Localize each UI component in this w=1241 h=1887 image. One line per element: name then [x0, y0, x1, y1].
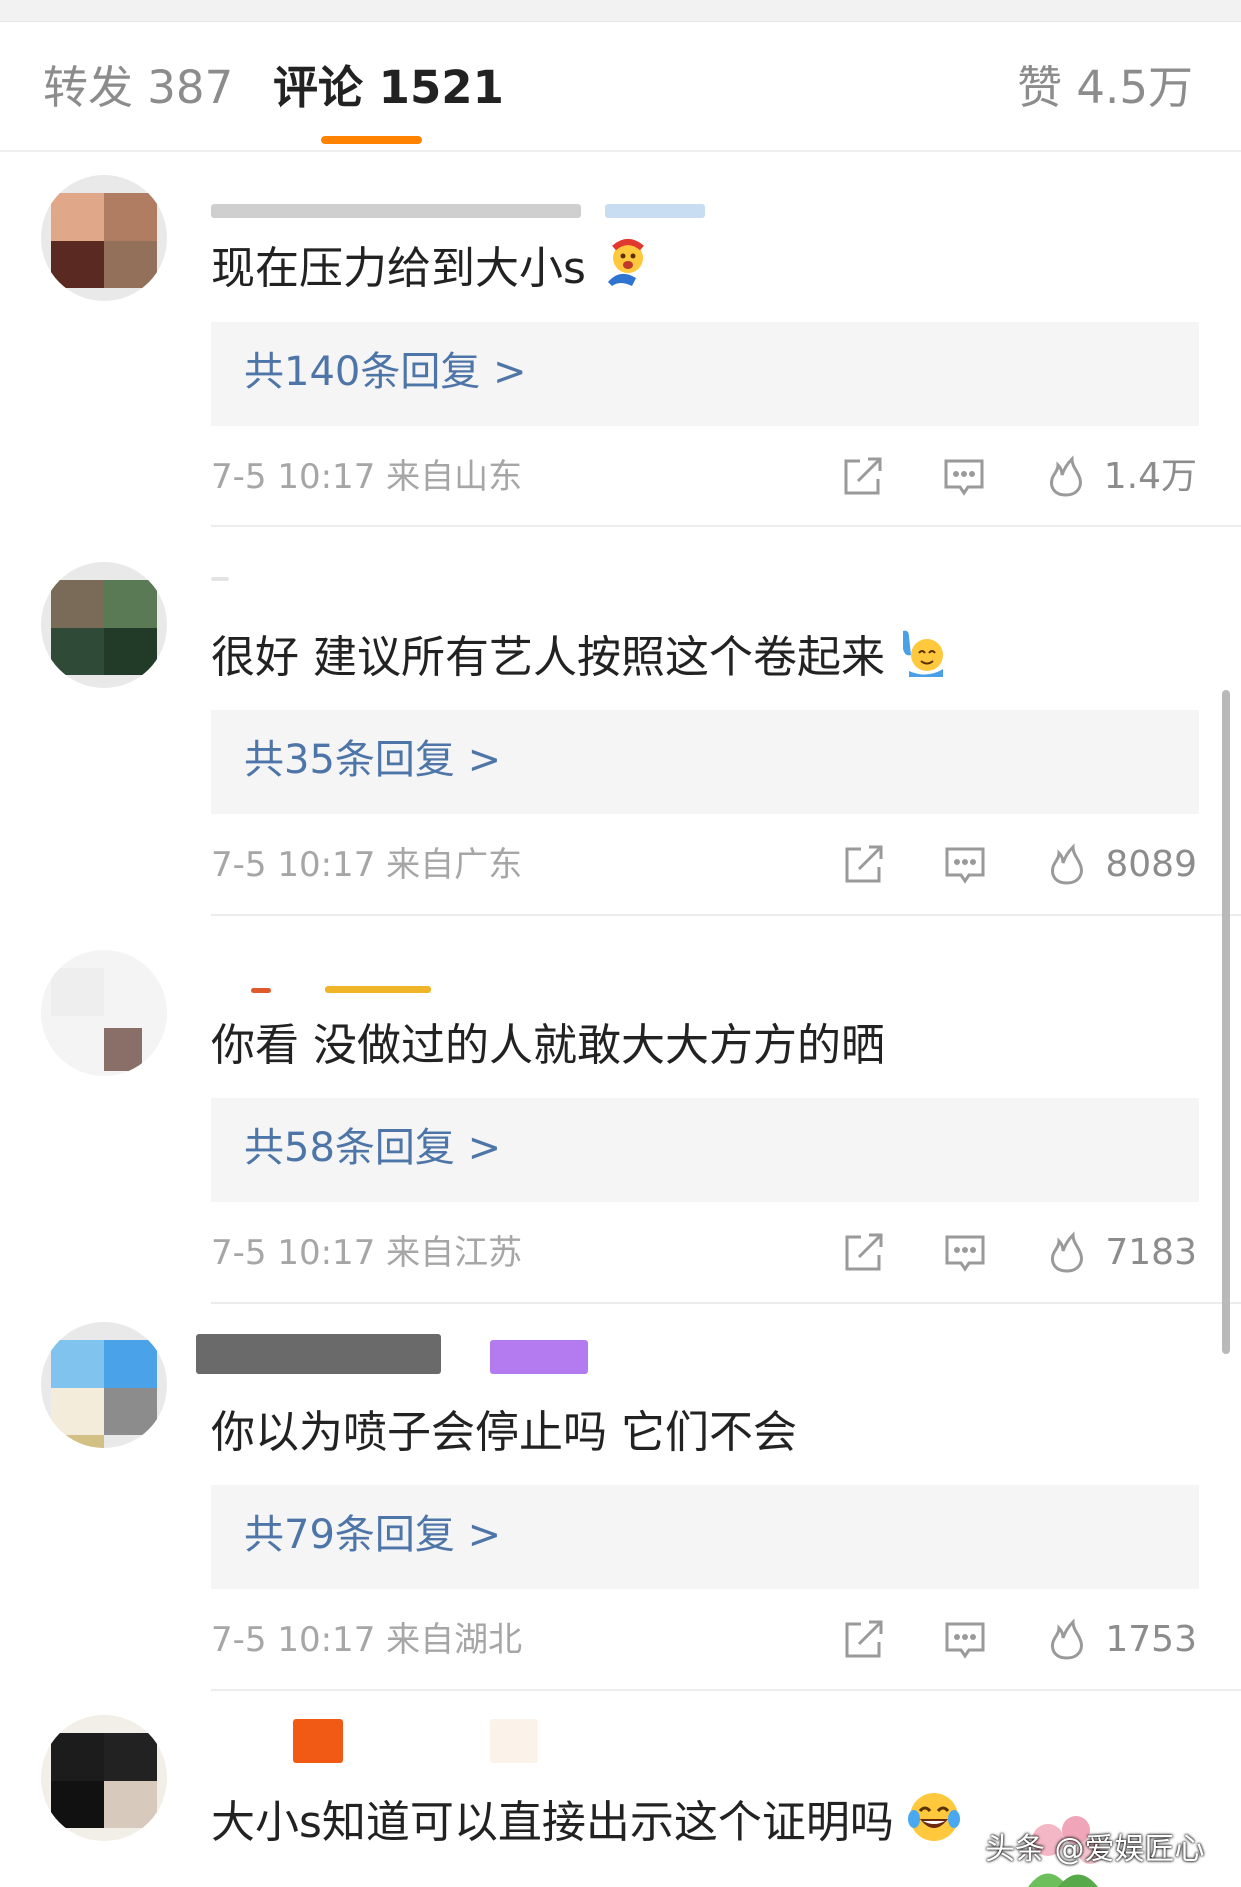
- tab-bar: 转发 387 评论 1521 赞 4.5万: [0, 22, 1241, 152]
- avatar[interactable]: [41, 950, 167, 1076]
- tab-likes[interactable]: 赞 4.5万: [1017, 60, 1193, 116]
- share-icon[interactable]: [837, 1614, 889, 1666]
- comment-text: 你看 没做过的人就敢大大方方的晒: [211, 1016, 885, 1076]
- replies-link[interactable]: 共35条回复 >: [244, 732, 501, 788]
- username-blurred[interactable]: [211, 204, 581, 218]
- like-flame-icon[interactable]: [1041, 1614, 1093, 1666]
- replies-box[interactable]: 共140条回复 >: [211, 322, 1199, 426]
- comment-icon[interactable]: [939, 1227, 991, 1279]
- excited-face-icon: [598, 238, 648, 304]
- replies-link[interactable]: 共140条回复 >: [244, 344, 527, 400]
- comment-item: 你以为喷子会停止吗 它们不会 共79条回复 > 7-5 10:17 来自湖北 1…: [0, 1304, 1241, 1691]
- comment-text: 现在压力给到大小s: [211, 238, 648, 304]
- replies-link[interactable]: 共58条回复 >: [244, 1120, 501, 1176]
- comment-item: 很好 建议所有艺人按照这个卷起来 共35条回复 > 7-5 10:17 来自广东: [0, 527, 1241, 916]
- replies-link[interactable]: 共79条回复 >: [244, 1507, 501, 1563]
- comment-item: 你看 没做过的人就敢大大方方的晒 共58条回复 > 7-5 10:17 来自江苏…: [0, 916, 1241, 1304]
- username-blurred[interactable]: [196, 1334, 441, 1374]
- avatar[interactable]: [41, 175, 167, 301]
- active-tab-indicator: [321, 136, 422, 144]
- comment-actions: 1753: [837, 1614, 1197, 1666]
- comment-icon[interactable]: [939, 839, 991, 891]
- user-badge-blurred: [490, 1719, 538, 1763]
- avatar[interactable]: [41, 1322, 167, 1448]
- raising-hand-face-icon: [897, 627, 947, 693]
- scrollbar[interactable]: [1222, 690, 1230, 1354]
- share-icon[interactable]: [837, 1227, 889, 1279]
- comment-text: 大小s知道可以直接出示这个证明吗: [211, 1789, 962, 1861]
- like-count: 1.4万: [1103, 456, 1197, 497]
- avatar[interactable]: [41, 562, 167, 688]
- comment-meta: 7-5 10:17 来自山东: [211, 457, 523, 497]
- like-flame-icon[interactable]: [1041, 839, 1093, 891]
- comment-icon[interactable]: [938, 451, 990, 503]
- comment-text-body: 你看 没做过的人就敢大大方方的晒: [211, 1020, 885, 1071]
- avatar[interactable]: [41, 1715, 167, 1841]
- comment-icon[interactable]: [939, 1614, 991, 1666]
- comment-actions: 8089: [837, 839, 1197, 891]
- replies-box[interactable]: 共58条回复 >: [211, 1098, 1199, 1202]
- user-badge-blurred: [490, 1340, 588, 1374]
- share-icon[interactable]: [836, 451, 888, 503]
- like-flame-icon[interactable]: [1040, 451, 1092, 503]
- username-blurred[interactable]: [251, 988, 271, 993]
- comment-text: 你以为喷子会停止吗 它们不会: [211, 1403, 797, 1463]
- tab-comments[interactable]: 评论 1521: [273, 60, 504, 116]
- user-badge-blurred: [605, 204, 705, 218]
- replies-box[interactable]: 共35条回复 >: [211, 710, 1199, 814]
- comment-meta: 7-5 10:17 来自湖北: [211, 1620, 523, 1660]
- comment-text: 很好 建议所有艺人按照这个卷起来: [211, 627, 947, 693]
- share-icon[interactable]: [837, 839, 889, 891]
- tears-of-joy-face-icon: [906, 1789, 962, 1861]
- watermark: 头条 @爱娱匠心: [985, 1832, 1205, 1867]
- username-blurred[interactable]: [211, 577, 229, 581]
- comment-text-body: 现在压力给到大小s: [211, 243, 586, 294]
- comment-text-body: 大小s知道可以直接出示这个证明吗: [211, 1797, 894, 1848]
- comment-item: 现在压力给到大小s 共140条回复 > 7-5 10:17 来自山东 1.4万: [0, 152, 1241, 527]
- like-flame-icon[interactable]: [1041, 1227, 1093, 1279]
- comment-actions: 7183: [837, 1227, 1197, 1279]
- top-status-band: [0, 0, 1241, 22]
- comment-meta: 7-5 10:17 来自广东: [211, 845, 523, 885]
- like-count: 1753: [1105, 1619, 1197, 1660]
- tab-forward[interactable]: 转发 387: [43, 60, 233, 116]
- like-count: 8089: [1105, 844, 1197, 885]
- comment-text-body: 你以为喷子会停止吗 它们不会: [211, 1407, 797, 1458]
- user-badge-blurred: [325, 986, 431, 993]
- comment-meta: 7-5 10:17 来自江苏: [211, 1233, 523, 1273]
- like-count: 7183: [1105, 1232, 1197, 1273]
- comment-text-body: 很好 建议所有艺人按照这个卷起来: [211, 632, 885, 683]
- replies-box[interactable]: 共79条回复 >: [211, 1485, 1199, 1589]
- username-blurred[interactable]: [293, 1719, 343, 1763]
- comment-actions: 1.4万: [836, 451, 1197, 503]
